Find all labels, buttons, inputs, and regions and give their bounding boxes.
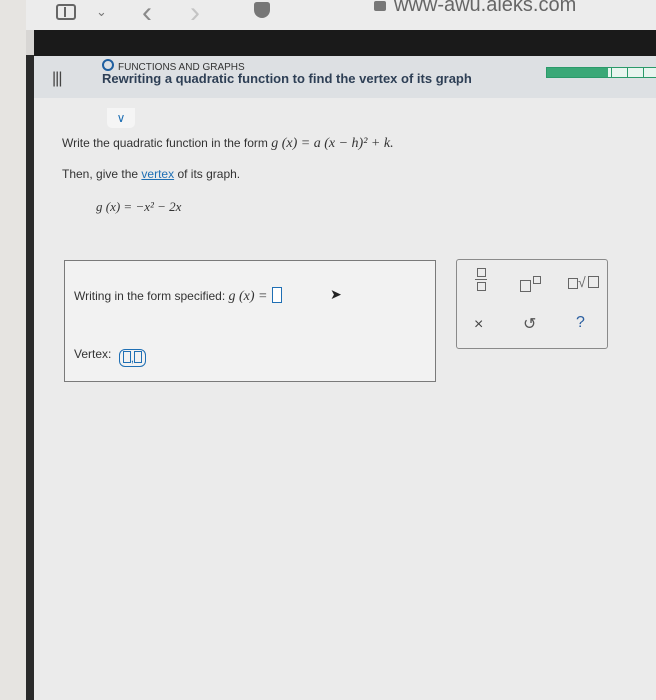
form-answer-input[interactable] [271,287,282,303]
help-icon[interactable]: ? [576,314,585,332]
circle-icon [102,59,114,71]
question-line-2: Then, give the vertex of its graph. [62,167,241,181]
photo-frame-left [0,0,26,700]
url-bar[interactable]: www-awu.aleks.com [394,0,576,17]
clear-icon[interactable]: × [474,316,483,334]
progress-segment [627,68,628,77]
chevron-down-icon[interactable]: ⌄ [96,4,107,20]
form-expression: g (x) = a (x − h)² + k. [271,136,394,151]
photo-frame-strip [26,55,34,700]
lock-icon [374,1,386,11]
question-line-1: Write the quadratic function in the form… [62,136,394,151]
progress-segment [611,68,612,77]
nth-root-icon[interactable]: √ [568,274,604,290]
collapse-button[interactable]: ∨ [107,108,135,128]
exponent-icon[interactable] [520,276,542,292]
tabs-icon[interactable] [56,4,76,20]
mouse-cursor-icon: ➤ [330,286,342,302]
menu-icon[interactable]: ||| [52,70,63,88]
chevron-left-icon[interactable]: ‹ [142,0,152,30]
lesson-title: Rewriting a quadratic function to find t… [102,71,472,86]
given-function: g (x) = −x² − 2x [96,199,182,214]
fraction-icon[interactable] [474,268,488,291]
progress-fill [547,68,608,77]
question-panel [34,98,656,700]
answer-form-row: Writing in the form specified: g (x) = [74,287,282,305]
vertex-answer-input[interactable]: , [118,349,147,367]
vertex-x-input[interactable] [122,351,131,363]
answer-vertex-row: Vertex: , [74,347,147,367]
chevron-right-icon[interactable]: › [190,0,200,30]
vertex-y-input[interactable] [134,351,143,363]
progress-segment [643,68,644,77]
progress-bar [546,67,656,78]
vertex-link[interactable]: vertex [141,167,174,181]
undo-icon[interactable]: ↺ [523,314,536,334]
shield-icon[interactable] [254,2,270,18]
